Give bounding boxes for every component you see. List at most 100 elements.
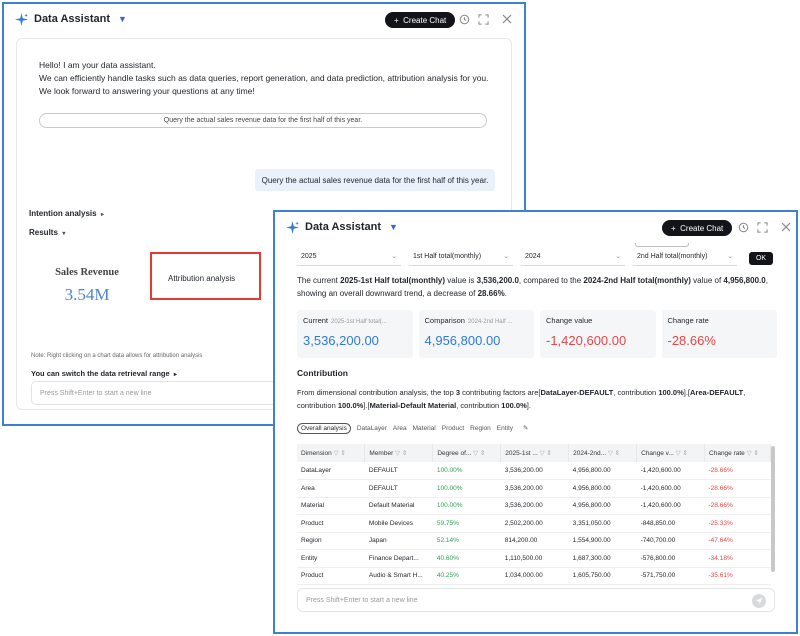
column-label: Member: [369, 450, 394, 457]
tab-entity[interactable]: Entity: [497, 425, 513, 432]
summary-part: value of: [690, 276, 724, 285]
select-value: 2nd Half total(monthly): [637, 253, 708, 260]
history-icon[interactable]: [736, 220, 750, 234]
table-cell: 59.75%: [432, 514, 501, 533]
table-row[interactable]: Region Japan 52.14% 814,200.00 1,554,900.00-…: [297, 532, 771, 550]
card-value: -28.66%: [667, 333, 716, 348]
table-cell: -848,850.00: [636, 514, 705, 533]
table-header-row: Dimension ▽ ⇕ Member ▽ ⇕ Degree of... ▽ …: [297, 444, 771, 462]
contrib-part: From dimensional contribution analysis, …: [297, 388, 456, 397]
table-cell: 3,351,050.00: [568, 514, 637, 533]
table-cell: 1,554,900.00: [568, 532, 637, 550]
table-cell: -1,420,600.00: [636, 462, 705, 480]
create-chat-button[interactable]: + Create Chat: [385, 12, 456, 28]
chat-input-placeholder: Press Shift+Enter to start a new line: [306, 596, 418, 604]
year-select[interactable]: 2025 ⌄: [297, 248, 401, 266]
card-subtitle: 2024-2nd Half ...: [467, 319, 513, 325]
column-header[interactable]: Degree of... ▽ ⇕: [432, 444, 502, 462]
table-cell: 40.60%: [432, 549, 501, 568]
ok-button[interactable]: OK: [749, 252, 773, 265]
table-cell: -47.64%: [704, 532, 771, 550]
card-label: Change value: [546, 316, 650, 325]
metric-cards: Current 2025-1st Half total(... 3,536,200…: [297, 310, 777, 358]
filter-sort-icon[interactable]: ▽ ⇕: [395, 450, 407, 457]
summary-bold: 28.66%: [477, 289, 505, 298]
table-cell: DataLayer: [297, 462, 365, 480]
tab-area[interactable]: Area: [393, 425, 407, 432]
expand-icon[interactable]: [476, 12, 490, 26]
window-header: Data Assistant ▼ + Create Chat: [4, 4, 524, 34]
summary-part: .: [504, 289, 507, 298]
compare-period-select[interactable]: 2nd Half total(monthly) ⌄: [633, 248, 737, 266]
sales-revenue-card[interactable]: Sales Revenue 3.54M: [37, 267, 137, 305]
column-header[interactable]: Change v... ▽ ⇕: [636, 444, 706, 462]
results-toggle[interactable]: Results ▾: [29, 228, 65, 237]
column-header[interactable]: Dimension ▽ ⇕: [297, 444, 366, 462]
table-row[interactable]: Product Audio & Smart H... 40.25% 1,034,000…: [297, 567, 771, 585]
table-cell: -576,800.00: [636, 549, 705, 568]
table-cell: 100.00%: [432, 497, 501, 515]
contribution-text: From dimensional contribution analysis, …: [297, 386, 777, 412]
table-scrollbar[interactable]: [771, 446, 775, 572]
tab-overall-analysis[interactable]: Overall analysis: [297, 422, 351, 434]
chevron-down-icon[interactable]: ▼: [389, 222, 398, 232]
card-label: Current 2025-1st Half total(...: [303, 316, 407, 325]
history-icon[interactable]: [457, 12, 471, 26]
table-cell: DEFAULT: [364, 479, 433, 498]
period-select[interactable]: 1st Half total(monthly) ⌄: [409, 248, 513, 266]
close-icon[interactable]: [500, 12, 514, 26]
expand-icon[interactable]: [755, 220, 769, 234]
table-cell: Region: [297, 532, 365, 550]
chat-input[interactable]: Press Shift+Enter to start a new line: [297, 588, 775, 612]
table-row[interactable]: Area DEFAULT 100.00% 3,536,200.00 4,956,800.…: [297, 479, 771, 498]
table-row[interactable]: Product Mobile Devices 59.75% 2,502,200.00 3…: [297, 514, 771, 533]
send-icon[interactable]: [752, 594, 766, 608]
attribution-analysis-menu-item[interactable]: Attribution analysis: [168, 274, 235, 283]
compare-year-select[interactable]: 2024 ⌄: [521, 248, 625, 266]
table-cell: 4,956,800.00: [568, 462, 637, 480]
table-row[interactable]: Material Default Material 100.00% 3,536,200…: [297, 497, 771, 515]
tab-region[interactable]: Region: [470, 425, 491, 432]
dropdown-edge: [635, 243, 689, 247]
card-value: 4,956,800.00: [424, 333, 501, 348]
change-rate-card: Change rate -28.66%: [661, 310, 777, 358]
column-header[interactable]: 2025-1st ... ▽ ⇕: [500, 444, 570, 462]
create-chat-button[interactable]: + Create Chat: [662, 220, 733, 236]
suggested-question-button[interactable]: Query the actual sales revenue data for …: [39, 113, 487, 128]
contrib-part: contributing factors are[: [460, 388, 541, 397]
column-label: Dimension: [301, 450, 332, 457]
intention-analysis-toggle[interactable]: Intention analysis ▸: [29, 209, 104, 218]
table-row[interactable]: Entity Finance Depart... 40.60% 1,110,500.0…: [297, 549, 771, 568]
column-header[interactable]: Member ▽ ⇕: [364, 444, 434, 462]
card-title: Change rate: [667, 316, 709, 325]
table-cell: 3,536,200.00: [500, 497, 569, 515]
column-label: 2025-1st ...: [505, 450, 538, 457]
tab-datalayer[interactable]: DataLayer: [357, 425, 387, 432]
filter-sort-icon[interactable]: ▽ ⇕: [540, 450, 552, 457]
chevron-down-icon[interactable]: ▼: [118, 14, 127, 24]
front-window: Data Assistant ▼ + Create Chat 2025 ⌄ 1st…: [273, 210, 798, 634]
table-cell: Finance Depart...: [364, 549, 433, 568]
filter-sort-icon[interactable]: ▽ ⇕: [473, 450, 485, 457]
column-header[interactable]: 2024-2nd... ▽ ⇕: [568, 444, 638, 462]
table-row[interactable]: DataLayer DEFAULT 100.00% 3,536,200.00 4,956…: [297, 462, 771, 480]
close-icon[interactable]: [779, 220, 793, 234]
summary-text: The current 2025-1st Half total(monthly)…: [297, 274, 777, 300]
table-cell: -740,700.00: [636, 532, 705, 550]
tab-material[interactable]: Material: [413, 425, 436, 432]
filter-sort-icon[interactable]: ▽ ⇕: [676, 450, 688, 457]
column-header[interactable]: Change rate ▽ ⇕: [704, 444, 771, 462]
switch-range-link[interactable]: You can switch the data retrieval range …: [31, 369, 177, 378]
table-cell: Japan: [364, 532, 433, 550]
table-cell: 3,536,200.00: [500, 462, 569, 480]
table-cell: Mobile Devices: [364, 514, 433, 533]
table-cell: 40.25%: [432, 567, 501, 585]
sales-revenue-value[interactable]: 3.54M: [37, 285, 137, 305]
table-cell: -28.66%: [704, 462, 771, 480]
tab-product[interactable]: Product: [442, 425, 464, 432]
filter-sort-icon[interactable]: ▽ ⇕: [334, 450, 346, 457]
edit-icon[interactable]: ✎: [523, 424, 528, 432]
sales-revenue-title: Sales Revenue: [55, 267, 119, 278]
filter-sort-icon[interactable]: ▽ ⇕: [747, 450, 759, 457]
filter-sort-icon[interactable]: ▽ ⇕: [608, 450, 620, 457]
